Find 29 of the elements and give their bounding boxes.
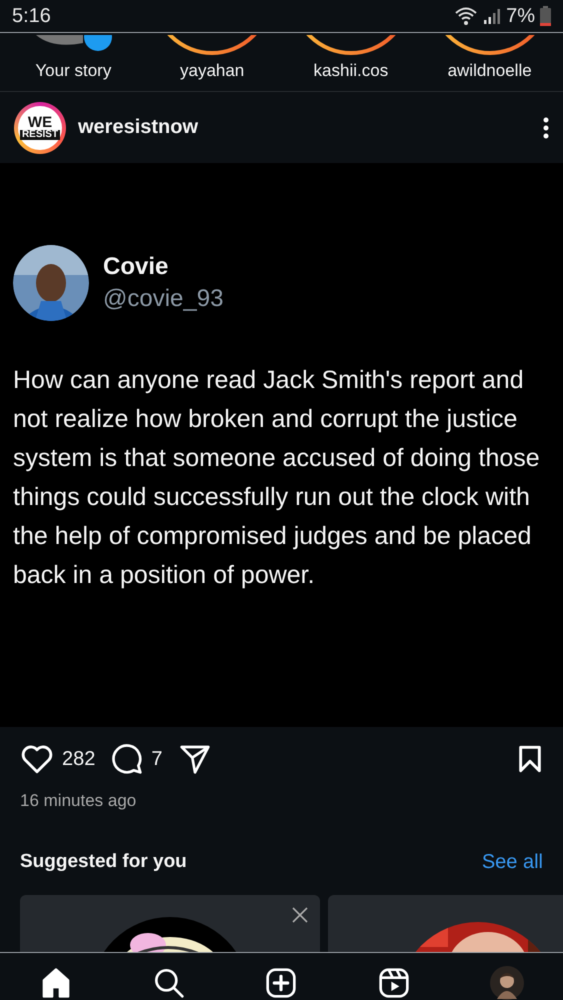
author-handle: @covie_93 bbox=[103, 285, 224, 313]
like-count: 282 bbox=[62, 748, 96, 770]
post-time: 16 minutes ago bbox=[19, 791, 138, 811]
author-name: Covie bbox=[103, 253, 170, 281]
battery-icon bbox=[540, 6, 551, 26]
story-avatar[interactable] bbox=[306, 35, 396, 57]
story-avatar[interactable] bbox=[167, 35, 258, 57]
comment-icon[interactable] bbox=[111, 743, 144, 775]
wifi-icon bbox=[454, 6, 478, 26]
story-name[interactable]: yayahan bbox=[180, 61, 244, 81]
section-title: Suggested for you bbox=[20, 851, 187, 873]
status-time: 5:16 bbox=[12, 4, 51, 28]
story-avatar[interactable] bbox=[444, 35, 535, 57]
see-all-link[interactable]: See all bbox=[482, 850, 543, 874]
story-name[interactable]: Your story bbox=[35, 61, 112, 81]
story-name[interactable]: awildnoelle bbox=[448, 61, 532, 81]
battery-percent: 7% bbox=[506, 4, 535, 28]
story-name[interactable]: kashii.cos bbox=[314, 61, 388, 81]
suggestion-card[interactable] bbox=[20, 895, 320, 952]
tweet-text: How can anyone read Jack Smith's report and not realize how broken and corrupt the justice system is that someone accused of doing those things could successfully run out the clock with the help of compromised judges and be placed back in a position of power. bbox=[13, 365, 541, 591]
comment-count: 7 bbox=[151, 748, 162, 770]
signal-icon bbox=[483, 7, 502, 25]
account-logo[interactable]: WE RESIST bbox=[14, 102, 66, 154]
close-icon[interactable] bbox=[292, 907, 308, 923]
account-name[interactable]: weresistnow bbox=[78, 116, 198, 139]
send-icon[interactable] bbox=[178, 744, 210, 774]
bookmark-icon[interactable] bbox=[517, 745, 543, 773]
more-options-icon[interactable] bbox=[543, 116, 549, 138]
like-icon[interactable] bbox=[20, 743, 54, 775]
